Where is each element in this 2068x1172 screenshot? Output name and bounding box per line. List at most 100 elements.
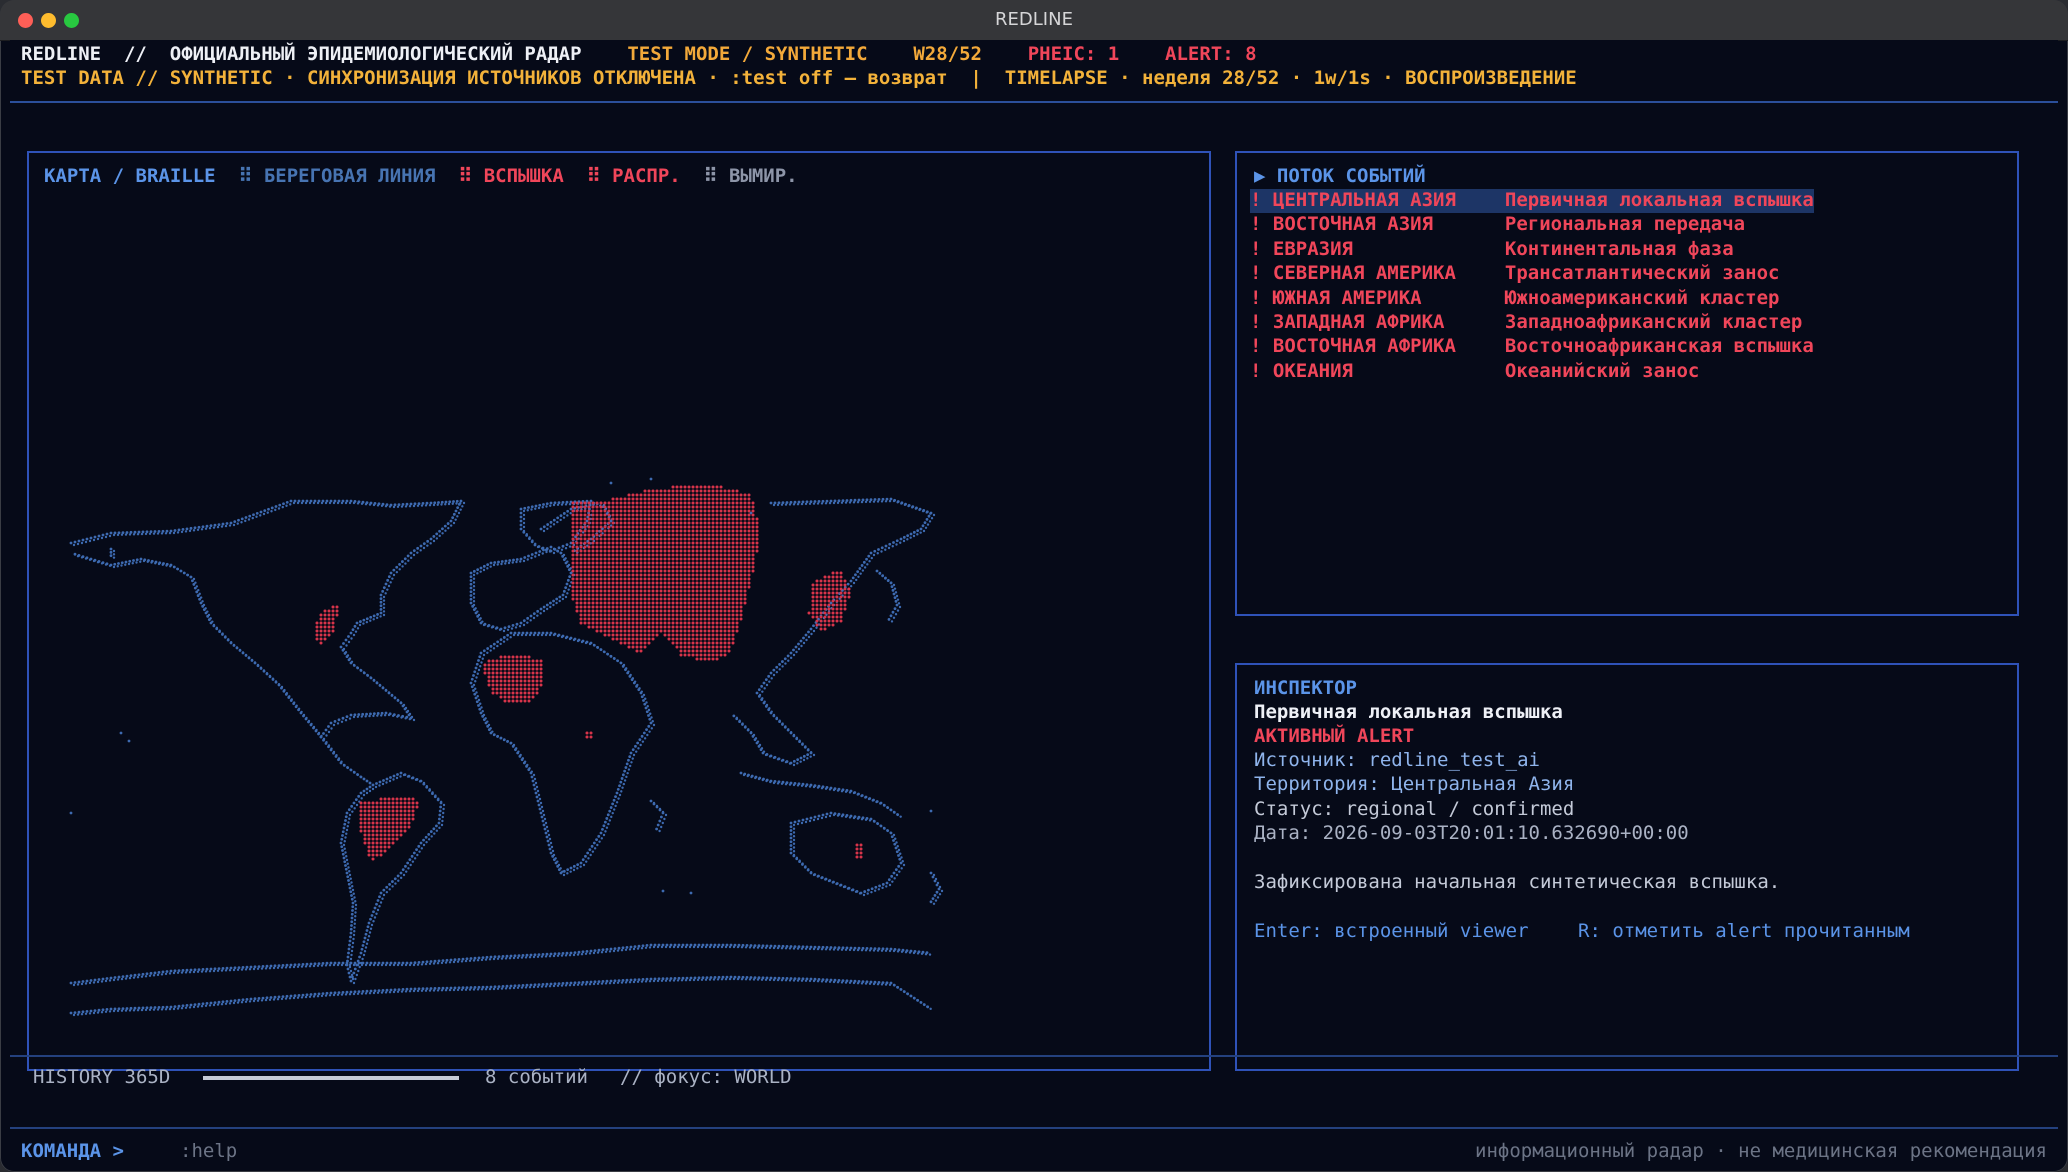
map-dot — [841, 979, 845, 982]
map-dot — [695, 569, 699, 573]
map-dot — [711, 565, 715, 569]
map-dot — [683, 557, 687, 561]
map-dot — [533, 787, 537, 791]
map-dot — [789, 781, 793, 785]
map-dot — [587, 585, 591, 589]
map-dot — [623, 637, 627, 641]
map-dot — [604, 830, 607, 833]
map-dot — [691, 569, 695, 573]
map-dot — [364, 946, 368, 949]
legend-coastline[interactable]: ⠿ БЕРЕГОВАЯ ЛИНИЯ — [238, 165, 435, 187]
map-dot — [659, 493, 663, 497]
map-dot — [659, 629, 663, 633]
map-dot — [671, 565, 675, 569]
map-dot — [849, 584, 853, 588]
map-dot — [429, 542, 432, 545]
map-dot — [472, 573, 476, 577]
map-dot — [727, 645, 731, 649]
map-dot — [677, 976, 681, 980]
map-dot — [627, 509, 631, 513]
map-dot — [735, 609, 739, 613]
map-dot — [642, 731, 646, 735]
map-dot — [615, 613, 619, 617]
map-dot — [333, 991, 337, 995]
map-dot — [695, 553, 699, 557]
map-dot — [755, 529, 759, 533]
map-dot — [486, 720, 489, 723]
map-dot — [503, 683, 507, 687]
map-dot — [635, 525, 639, 529]
map-dot — [751, 505, 755, 509]
map-dot — [659, 593, 663, 597]
map-dot — [366, 938, 370, 942]
map-dot — [405, 870, 408, 873]
map-dot — [715, 565, 719, 569]
map-dot — [133, 1006, 137, 1010]
map-dot — [543, 817, 547, 821]
map-dot — [675, 601, 679, 605]
map-panel[interactable]: КАРТА / BRAILLE ⠿ БЕРЕГОВАЯ ЛИНИЯ ⠿ ВСПЫ… — [27, 151, 1211, 1071]
map-dot — [421, 502, 425, 505]
map-dot — [902, 863, 906, 867]
map-dot — [801, 782, 805, 786]
map-dot — [631, 497, 635, 501]
map-dot — [689, 943, 693, 947]
map-dot — [611, 529, 615, 533]
map-dot — [172, 531, 176, 535]
map-dot — [699, 525, 703, 529]
map-dot — [639, 637, 643, 641]
map-dot — [703, 657, 707, 661]
map-dot — [401, 503, 405, 506]
legend-extinct[interactable]: ⠿ ВЫМИР. — [704, 165, 798, 187]
map-dot — [559, 514, 563, 518]
map-dot — [127, 562, 131, 566]
map-dot — [195, 585, 199, 588]
map-dot — [535, 785, 539, 789]
map-dot — [635, 641, 639, 645]
map-dot — [739, 549, 743, 553]
map-dot — [651, 577, 655, 581]
map-dot — [711, 641, 715, 645]
map-dot — [599, 557, 603, 561]
map-dot — [499, 679, 503, 683]
map-dot — [715, 485, 719, 489]
map-dot — [707, 633, 711, 637]
map-dot — [257, 965, 261, 968]
map-dot — [723, 573, 727, 577]
map-dot — [277, 683, 281, 686]
map-dot — [351, 885, 354, 888]
map-dot — [699, 537, 703, 541]
map-dot — [329, 991, 333, 995]
map-dot — [812, 624, 815, 628]
map-dot — [671, 573, 675, 577]
map-dot — [345, 715, 349, 718]
map-dot — [671, 529, 675, 533]
map-dot — [715, 561, 719, 565]
map-dot — [566, 872, 569, 875]
map-dot — [395, 776, 399, 780]
map-dot — [727, 541, 731, 545]
map-dot — [735, 533, 739, 537]
legend-outbreak[interactable]: ⠿ ВСПЫШКА — [458, 165, 563, 187]
map-dot — [545, 825, 549, 829]
map-dot — [833, 499, 837, 503]
map-dot — [873, 889, 877, 892]
map-dot — [805, 977, 809, 981]
map-dot — [545, 607, 549, 611]
map-dot — [695, 593, 699, 597]
map-dot — [797, 945, 801, 949]
map-dot — [743, 533, 747, 537]
map-dot — [437, 986, 441, 990]
map-dot — [472, 569, 476, 573]
map-dot — [459, 499, 463, 503]
map-dot — [727, 633, 731, 637]
mode-badge: TEST MODE / SYNTHETIC — [627, 43, 868, 65]
map-dot — [607, 597, 611, 601]
map-dot — [619, 617, 623, 621]
map-dot — [833, 946, 837, 949]
map-dot — [757, 944, 761, 948]
map-dot — [715, 637, 719, 641]
legend-spread[interactable]: ⠿ РАСПР. — [587, 165, 681, 187]
braille-world-map[interactable] — [51, 333, 1191, 1053]
map-dot — [627, 505, 631, 509]
